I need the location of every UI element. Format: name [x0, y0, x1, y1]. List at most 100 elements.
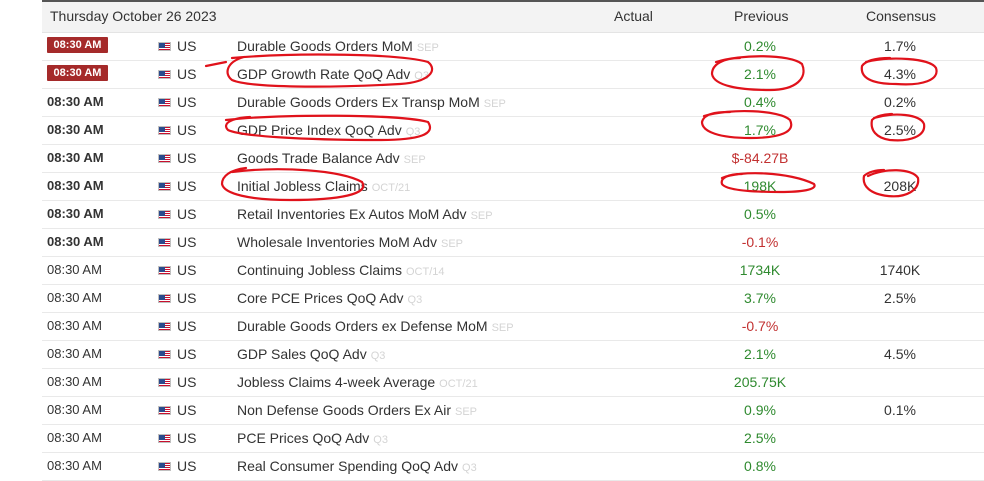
- time-label: 08:30 AM: [47, 430, 102, 445]
- country-code: US: [177, 346, 197, 362]
- table-row[interactable]: 08:30 AM US Continuing Jobless Claims OCT…: [42, 257, 984, 285]
- time-label: 08:30 AM: [47, 206, 104, 221]
- event-name[interactable]: Core PCE Prices QoQ Adv Q3: [237, 290, 422, 306]
- event-title[interactable]: GDP Growth Rate QoQ Adv: [237, 66, 410, 82]
- country-code: US: [177, 234, 197, 250]
- event-title[interactable]: Jobless Claims 4-week Average: [237, 374, 435, 390]
- us-flag-icon: [158, 462, 171, 471]
- time-label: 08:30 AM: [47, 178, 104, 193]
- event-title[interactable]: Durable Goods Orders Ex Transp MoM: [237, 94, 480, 110]
- us-flag-icon: [158, 126, 171, 135]
- event-name[interactable]: Durable Goods Orders MoM SEP: [237, 38, 439, 54]
- consensus-value: 1740K: [879, 262, 921, 278]
- consensus-value: 0.2%: [884, 94, 916, 110]
- event-name[interactable]: GDP Sales QoQ Adv Q3: [237, 346, 385, 362]
- consensus-value: 0.1%: [884, 402, 916, 418]
- table-row[interactable]: 08:30 AM US Jobless Claims 4-week Averag…: [42, 369, 984, 397]
- event-name[interactable]: Durable Goods Orders ex Defense MoM SEP: [237, 318, 514, 334]
- event-name[interactable]: Retail Inventories Ex Autos MoM Adv SEP: [237, 206, 493, 222]
- us-flag-icon: [158, 154, 171, 163]
- previous-value: 0.8%: [744, 458, 776, 474]
- table-row[interactable]: 08:30 AM US Durable Goods Orders ex Defe…: [42, 313, 984, 341]
- event-name[interactable]: Jobless Claims 4-week Average OCT/21: [237, 374, 478, 390]
- previous-value: 1.7%: [744, 122, 776, 138]
- event-title[interactable]: Durable Goods Orders MoM: [237, 38, 413, 54]
- us-flag-icon: [158, 238, 171, 247]
- previous-column-header[interactable]: Previous: [734, 8, 788, 24]
- table-row[interactable]: 08:30 AM US Core PCE Prices QoQ Adv Q3 3.…: [42, 285, 984, 313]
- previous-value: 0.5%: [744, 206, 776, 222]
- table-row[interactable]: 08:30 AM US Durable Goods Orders MoM SEP …: [42, 33, 984, 61]
- event-title[interactable]: Goods Trade Balance Adv: [237, 150, 400, 166]
- previous-value: 0.2%: [744, 38, 776, 54]
- previous-value: 2.1%: [744, 66, 776, 82]
- event-period: SEP: [440, 238, 463, 250]
- event-period: Q3: [373, 434, 388, 446]
- previous-value: 205.75K: [733, 374, 787, 390]
- consensus-value: 4.3%: [884, 66, 916, 82]
- event-name[interactable]: Durable Goods Orders Ex Transp MoM SEP: [237, 94, 506, 110]
- event-name[interactable]: Initial Jobless Claims OCT/21: [237, 178, 410, 194]
- table-row[interactable]: 08:30 AM US Goods Trade Balance Adv SEP $…: [42, 145, 984, 173]
- event-period: Q3: [414, 70, 429, 82]
- time-label: 08:30 AM: [47, 318, 102, 333]
- event-period: SEP: [470, 210, 493, 222]
- table-row[interactable]: 08:30 AM US PCE Prices QoQ Adv Q3 2.5%: [42, 425, 984, 453]
- event-period: Q3: [370, 350, 386, 362]
- event-title[interactable]: Wholesale Inventories MoM Adv: [237, 234, 437, 250]
- previous-value: 3.7%: [744, 290, 776, 306]
- country-code: US: [177, 318, 197, 334]
- country-code: US: [177, 94, 197, 110]
- time-label: 08:30 AM: [47, 122, 104, 137]
- date-header: Thursday October 26 2023: [50, 8, 217, 24]
- event-period: OCT/14: [405, 266, 445, 278]
- table-row[interactable]: 08:30 AM US GDP Sales QoQ Adv Q3 2.1% 4.5…: [42, 341, 984, 369]
- event-title[interactable]: GDP Sales QoQ Adv: [237, 346, 367, 362]
- event-name[interactable]: Goods Trade Balance Adv SEP: [237, 150, 426, 166]
- country-code: US: [177, 262, 197, 278]
- time-label: 08:30 AM: [47, 458, 102, 473]
- event-title[interactable]: Real Consumer Spending QoQ Adv: [237, 458, 458, 474]
- time-badge: 08:30 AM: [47, 37, 108, 53]
- event-name[interactable]: Non Defense Goods Orders Ex Air SEP: [237, 402, 477, 418]
- us-flag-icon: [158, 182, 171, 191]
- us-flag-icon: [158, 350, 171, 359]
- table-row[interactable]: 08:30 AM US GDP Growth Rate QoQ Adv Q3 2.…: [42, 61, 984, 89]
- event-name[interactable]: PCE Prices QoQ Adv Q3: [237, 430, 388, 446]
- event-title[interactable]: Continuing Jobless Claims: [237, 262, 402, 278]
- event-title[interactable]: GDP Price Index QoQ Adv: [237, 122, 402, 138]
- us-flag-icon: [158, 266, 171, 275]
- table-row[interactable]: 08:30 AM US GDP Price Index QoQ Adv Q3 1.…: [42, 117, 984, 145]
- event-name[interactable]: GDP Growth Rate QoQ Adv Q3: [237, 66, 429, 82]
- previous-value: 0.9%: [744, 402, 776, 418]
- country-code: US: [177, 38, 197, 54]
- event-name[interactable]: GDP Price Index QoQ Adv Q3: [237, 122, 420, 138]
- table-row[interactable]: 08:30 AM US Initial Jobless Claims OCT/21…: [42, 173, 984, 201]
- event-name[interactable]: Continuing Jobless Claims OCT/14: [237, 262, 444, 278]
- event-title[interactable]: Non Defense Goods Orders Ex Air: [237, 402, 451, 418]
- country-code: US: [177, 402, 197, 418]
- event-name[interactable]: Wholesale Inventories MoM Adv SEP: [237, 234, 463, 250]
- time-label: 08:30 AM: [47, 150, 104, 165]
- country-code: US: [177, 374, 197, 390]
- previous-value: -0.1%: [741, 234, 779, 250]
- event-title[interactable]: Core PCE Prices QoQ Adv: [237, 290, 404, 306]
- event-period: OCT/21: [371, 182, 411, 194]
- time-label: 08:30 AM: [47, 234, 104, 249]
- country-code: US: [177, 150, 197, 166]
- table-row[interactable]: 08:30 AM US Retail Inventories Ex Autos …: [42, 201, 984, 229]
- table-row[interactable]: 08:30 AM US Wholesale Inventories MoM Ad…: [42, 229, 984, 257]
- event-title[interactable]: Initial Jobless Claims: [237, 178, 368, 194]
- table-row[interactable]: 08:30 AM US Durable Goods Orders Ex Tran…: [42, 89, 984, 117]
- event-title[interactable]: Retail Inventories Ex Autos MoM Adv: [237, 206, 467, 222]
- table-row[interactable]: 08:30 AM US Real Consumer Spending QoQ A…: [42, 453, 984, 481]
- event-name[interactable]: Real Consumer Spending QoQ Adv Q3: [237, 458, 477, 474]
- time-label: 08:30 AM: [47, 346, 102, 361]
- event-period: SEP: [483, 98, 506, 110]
- table-row[interactable]: 08:30 AM US Non Defense Goods Orders Ex …: [42, 397, 984, 425]
- consensus-column-header[interactable]: Consensus: [866, 8, 936, 24]
- event-title[interactable]: Durable Goods Orders ex Defense MoM: [237, 318, 488, 334]
- consensus-value: 1.7%: [884, 38, 916, 54]
- event-title[interactable]: PCE Prices QoQ Adv: [237, 430, 369, 446]
- actual-column-header[interactable]: Actual: [614, 8, 653, 24]
